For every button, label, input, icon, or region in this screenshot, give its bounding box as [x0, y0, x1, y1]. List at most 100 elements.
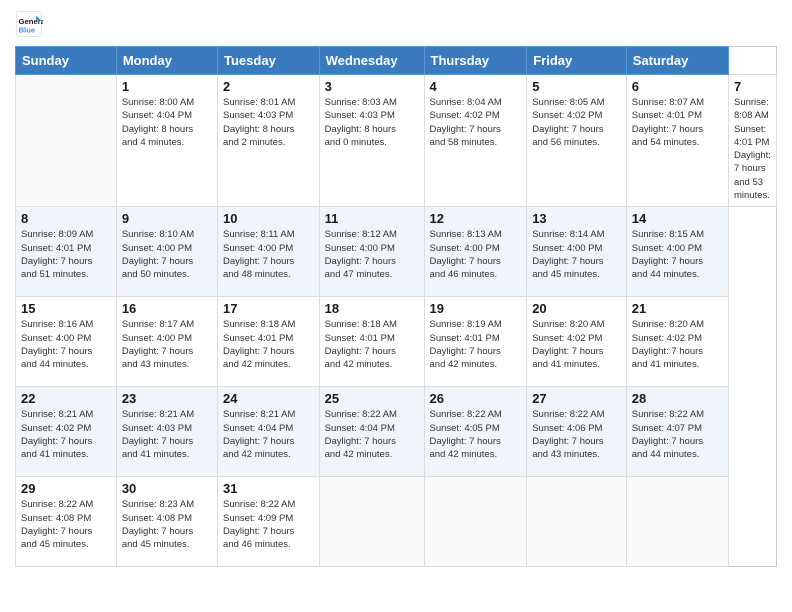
day-number: 12 — [430, 211, 522, 226]
day-number: 20 — [532, 301, 621, 316]
day-header-thursday: Thursday — [424, 47, 527, 75]
logo-icon: General Blue — [15, 10, 43, 38]
calendar-cell — [527, 477, 627, 567]
week-row-1: 1 Sunrise: 8:00 AMSunset: 4:04 PMDaylight… — [16, 75, 777, 207]
day-info: Sunrise: 8:18 AMSunset: 4:01 PMDaylight:… — [223, 318, 314, 371]
day-number: 22 — [21, 391, 111, 406]
day-header-wednesday: Wednesday — [319, 47, 424, 75]
day-number: 8 — [21, 211, 111, 226]
day-info: Sunrise: 8:20 AMSunset: 4:02 PMDaylight:… — [632, 318, 723, 371]
day-info: Sunrise: 8:22 AMSunset: 4:08 PMDaylight:… — [21, 498, 111, 551]
day-info: Sunrise: 8:23 AMSunset: 4:08 PMDaylight:… — [122, 498, 212, 551]
calendar-cell — [424, 477, 527, 567]
calendar-cell — [626, 477, 728, 567]
calendar-cell: 21 Sunrise: 8:20 AMSunset: 4:02 PMDayligh… — [626, 297, 728, 387]
calendar-cell: 4Sunrise: 8:04 AMSunset: 4:02 PMDaylight… — [424, 75, 527, 207]
day-number: 15 — [21, 301, 111, 316]
day-number: 18 — [325, 301, 419, 316]
day-info: Sunrise: 8:13 AMSunset: 4:00 PMDaylight:… — [430, 228, 522, 281]
calendar-cell: 24 Sunrise: 8:21 AMSunset: 4:04 PMDayligh… — [218, 387, 320, 477]
calendar-cell: 13Sunrise: 8:14 AMSunset: 4:00 PMDayligh… — [527, 207, 627, 297]
day-info: Sunrise: 8:22 AMSunset: 4:04 PMDaylight:… — [325, 408, 419, 461]
day-info: Sunrise: 8:21 AMSunset: 4:02 PMDaylight:… — [21, 408, 111, 461]
calendar-cell: 18 Sunrise: 8:18 AMSunset: 4:01 PMDayligh… — [319, 297, 424, 387]
day-header-monday: Monday — [116, 47, 217, 75]
day-info: Sunrise: 8:21 AMSunset: 4:03 PMDaylight:… — [122, 408, 212, 461]
week-row-2: 8 Sunrise: 8:09 AMSunset: 4:01 PMDaylight… — [16, 207, 777, 297]
day-header-saturday: Saturday — [626, 47, 728, 75]
calendar-cell: 17 Sunrise: 8:18 AMSunset: 4:01 PMDayligh… — [218, 297, 320, 387]
day-info: Sunrise: 8:03 AMSunset: 4:03 PMDaylight:… — [325, 96, 419, 149]
day-number: 27 — [532, 391, 621, 406]
day-number: 14 — [632, 211, 723, 226]
calendar-cell: 6Sunrise: 8:07 AMSunset: 4:01 PMDaylight… — [626, 75, 728, 207]
calendar-cell: 10 Sunrise: 8:11 AMSunset: 4:00 PMDayligh… — [218, 207, 320, 297]
week-row-4: 22 Sunrise: 8:21 AMSunset: 4:02 PMDayligh… — [16, 387, 777, 477]
day-info: Sunrise: 8:01 AMSunset: 4:03 PMDaylight:… — [223, 96, 314, 149]
day-info: Sunrise: 8:09 AMSunset: 4:01 PMDaylight:… — [21, 228, 111, 281]
calendar-cell: 30 Sunrise: 8:23 AMSunset: 4:08 PMDayligh… — [116, 477, 217, 567]
svg-text:Blue: Blue — [19, 25, 36, 34]
day-number: 11 — [325, 211, 419, 226]
day-info: Sunrise: 8:11 AMSunset: 4:00 PMDaylight:… — [223, 228, 314, 281]
day-number: 10 — [223, 211, 314, 226]
calendar-cell: 23 Sunrise: 8:21 AMSunset: 4:03 PMDayligh… — [116, 387, 217, 477]
day-number: 21 — [632, 301, 723, 316]
calendar-cell: 15Sunrise: 8:16 AMSunset: 4:00 PMDayligh… — [16, 297, 117, 387]
day-info: Sunrise: 8:00 AMSunset: 4:04 PMDaylight:… — [122, 96, 212, 149]
week-row-5: 29 Sunrise: 8:22 AMSunset: 4:08 PMDayligh… — [16, 477, 777, 567]
day-number: 5 — [532, 79, 621, 94]
calendar-cell: 28 Sunrise: 8:22 AMSunset: 4:07 PMDayligh… — [626, 387, 728, 477]
calendar-cell: 31Sunrise: 8:22 AMSunset: 4:09 PMDayligh… — [218, 477, 320, 567]
week-row-3: 15Sunrise: 8:16 AMSunset: 4:00 PMDayligh… — [16, 297, 777, 387]
day-number: 9 — [122, 211, 212, 226]
day-number: 7 — [734, 79, 771, 94]
day-number: 6 — [632, 79, 723, 94]
calendar-cell: 11 Sunrise: 8:12 AMSunset: 4:00 PMDayligh… — [319, 207, 424, 297]
calendar-cell: 16 Sunrise: 8:17 AMSunset: 4:00 PMDayligh… — [116, 297, 217, 387]
calendar-cell: 25Sunrise: 8:22 AMSunset: 4:04 PMDayligh… — [319, 387, 424, 477]
day-number: 31 — [223, 481, 314, 496]
day-info: Sunrise: 8:04 AMSunset: 4:02 PMDaylight:… — [430, 96, 522, 149]
calendar-cell: 2 Sunrise: 8:01 AMSunset: 4:03 PMDaylight… — [218, 75, 320, 207]
page-header: General Blue — [15, 10, 777, 38]
day-header-tuesday: Tuesday — [218, 47, 320, 75]
day-number: 23 — [122, 391, 212, 406]
day-number: 19 — [430, 301, 522, 316]
day-info: Sunrise: 8:18 AMSunset: 4:01 PMDaylight:… — [325, 318, 419, 371]
day-info: Sunrise: 8:21 AMSunset: 4:04 PMDaylight:… — [223, 408, 314, 461]
calendar-cell: 12 Sunrise: 8:13 AMSunset: 4:00 PMDayligh… — [424, 207, 527, 297]
day-number: 3 — [325, 79, 419, 94]
calendar-cell: 9 Sunrise: 8:10 AMSunset: 4:00 PMDaylight… — [116, 207, 217, 297]
day-info: Sunrise: 8:22 AMSunset: 4:07 PMDaylight:… — [632, 408, 723, 461]
calendar-cell: 5Sunrise: 8:05 AMSunset: 4:02 PMDaylight… — [527, 75, 627, 207]
day-number: 17 — [223, 301, 314, 316]
day-number: 1 — [122, 79, 212, 94]
day-number: 28 — [632, 391, 723, 406]
calendar-cell: 3 Sunrise: 8:03 AMSunset: 4:03 PMDaylight… — [319, 75, 424, 207]
calendar-header-row: SundayMondayTuesdayWednesdayThursdayFrid… — [16, 47, 777, 75]
day-info: Sunrise: 8:17 AMSunset: 4:00 PMDaylight:… — [122, 318, 212, 371]
calendar-cell — [319, 477, 424, 567]
calendar-cell: 27Sunrise: 8:22 AMSunset: 4:06 PMDayligh… — [527, 387, 627, 477]
day-number: 29 — [21, 481, 111, 496]
calendar-cell: 29 Sunrise: 8:22 AMSunset: 4:08 PMDayligh… — [16, 477, 117, 567]
calendar-cell — [16, 75, 117, 207]
day-info: Sunrise: 8:14 AMSunset: 4:00 PMDaylight:… — [532, 228, 621, 281]
day-info: Sunrise: 8:20 AMSunset: 4:02 PMDaylight:… — [532, 318, 621, 371]
day-number: 30 — [122, 481, 212, 496]
calendar-cell: 8 Sunrise: 8:09 AMSunset: 4:01 PMDaylight… — [16, 207, 117, 297]
day-number: 2 — [223, 79, 314, 94]
calendar-cell: 1 Sunrise: 8:00 AMSunset: 4:04 PMDaylight… — [116, 75, 217, 207]
day-info: Sunrise: 8:08 AMSunset: 4:01 PMDaylight:… — [734, 96, 771, 202]
day-info: Sunrise: 8:10 AMSunset: 4:00 PMDaylight:… — [122, 228, 212, 281]
day-info: Sunrise: 8:22 AMSunset: 4:05 PMDaylight:… — [430, 408, 522, 461]
calendar-cell: 20 Sunrise: 8:20 AMSunset: 4:02 PMDayligh… — [527, 297, 627, 387]
day-info: Sunrise: 8:12 AMSunset: 4:00 PMDaylight:… — [325, 228, 419, 281]
calendar-table: SundayMondayTuesdayWednesdayThursdayFrid… — [15, 46, 777, 567]
day-number: 24 — [223, 391, 314, 406]
day-info: Sunrise: 8:19 AMSunset: 4:01 PMDaylight:… — [430, 318, 522, 371]
calendar-cell: 19 Sunrise: 8:19 AMSunset: 4:01 PMDayligh… — [424, 297, 527, 387]
day-number: 16 — [122, 301, 212, 316]
calendar-cell: 26Sunrise: 8:22 AMSunset: 4:05 PMDayligh… — [424, 387, 527, 477]
